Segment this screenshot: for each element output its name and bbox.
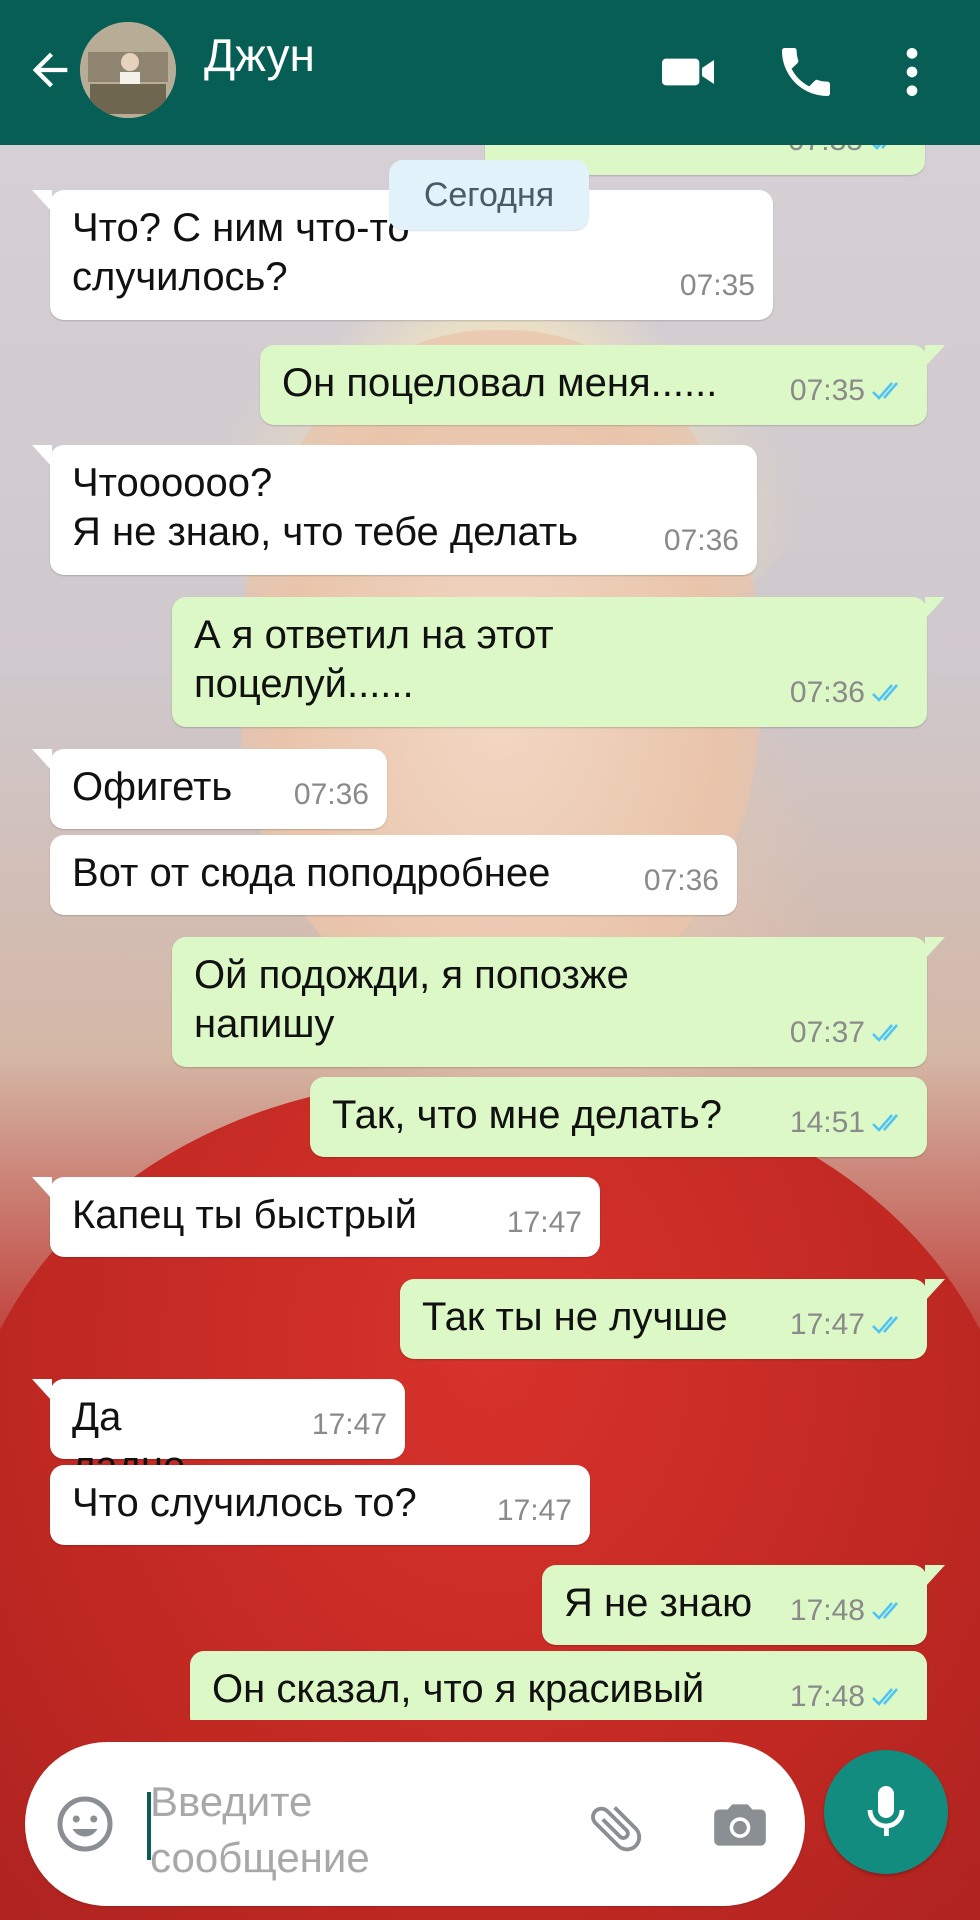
double-check-icon bbox=[871, 681, 909, 705]
outgoing-message[interactable]: Так, что мне делать? 14:51 bbox=[310, 1077, 927, 1157]
message-text: Чтоооооо? Я не знаю, что тебе делать bbox=[72, 461, 579, 554]
outgoing-message[interactable]: Так ты не лучше 17:47 bbox=[400, 1279, 945, 1359]
message-time: 17:47 bbox=[496, 1494, 572, 1527]
incoming-message[interactable]: Чтоооооо? Я не знаю, что тебе делать 07:3… bbox=[32, 445, 757, 575]
contact-name[interactable]: Джун bbox=[204, 28, 315, 82]
avatar[interactable] bbox=[80, 22, 176, 118]
incoming-message[interactable]: Офигеть 07:36 bbox=[32, 749, 387, 829]
double-check-icon bbox=[869, 145, 907, 153]
message-time: 07:36 bbox=[293, 778, 369, 811]
microphone-icon bbox=[867, 1786, 905, 1836]
message-meta: 17:47 bbox=[790, 1300, 909, 1349]
message-meta: 07:37 bbox=[790, 1008, 909, 1057]
message-time: 07:36 bbox=[663, 524, 739, 557]
outgoing-message[interactable]: Я не знаю 17:48 bbox=[542, 1565, 945, 1645]
double-check-icon bbox=[871, 1313, 909, 1337]
incoming-message[interactable]: Что случилось то? 17:47 bbox=[50, 1465, 590, 1545]
outgoing-message[interactable]: Он поцеловал меня...... 07:35 bbox=[260, 345, 945, 425]
message-meta: 07:35 bbox=[788, 145, 907, 165]
message-time: 14:51 bbox=[789, 1106, 865, 1139]
camera-icon[interactable] bbox=[709, 1794, 771, 1856]
message-text: Капец ты быстрый bbox=[72, 1193, 417, 1237]
message-time: 17:47 bbox=[789, 1308, 865, 1341]
phone-icon[interactable] bbox=[774, 40, 838, 104]
more-vert-icon[interactable] bbox=[880, 40, 944, 104]
message-meta: 07:36 bbox=[294, 770, 369, 819]
message-time: 07:35 bbox=[788, 145, 863, 165]
incoming-message[interactable]: Вот от сюда поподробнее 07:36 bbox=[50, 835, 737, 915]
message-time: 07:36 bbox=[643, 864, 719, 897]
emoji-icon[interactable] bbox=[55, 1794, 115, 1854]
message-list[interactable]: Сегодня 07:35Что? С ним что-то случилось… bbox=[0, 145, 980, 1720]
message-text: Вот от сюда поподробнее bbox=[72, 851, 551, 895]
message-time: 17:47 bbox=[311, 1408, 387, 1441]
chat-header: Джун bbox=[0, 0, 980, 145]
message-meta: 17:47 bbox=[497, 1486, 572, 1535]
message-meta: 07:36 bbox=[664, 516, 739, 565]
double-check-icon bbox=[871, 1111, 909, 1135]
message-time: 07:35 bbox=[789, 374, 865, 407]
message-meta: 07:36 bbox=[790, 668, 909, 717]
message-text: Что случилось то? bbox=[72, 1481, 417, 1525]
message-meta: 17:48 bbox=[790, 1586, 909, 1635]
incoming-message[interactable]: Капец ты быстрый 17:47 bbox=[32, 1177, 600, 1257]
double-check-icon bbox=[871, 1685, 909, 1709]
outgoing-message[interactable]: Он сказал, что я красивый 17:48 bbox=[190, 1651, 927, 1720]
video-call-icon[interactable] bbox=[658, 40, 722, 104]
message-time: 17:47 bbox=[506, 1206, 582, 1239]
message-meta: 17:47 bbox=[312, 1400, 387, 1449]
incoming-message[interactable]: Да ладно17:47 bbox=[32, 1379, 405, 1488]
message-meta: 07:35 bbox=[790, 366, 909, 415]
double-check-icon bbox=[871, 379, 909, 403]
message-time: 17:48 bbox=[789, 1680, 865, 1713]
message-meta: 07:35 bbox=[680, 261, 755, 310]
message-input[interactable]: Введите сообщение bbox=[150, 1774, 470, 1886]
outgoing-message[interactable]: Ой подожди, я попозже напишу 07:37 bbox=[172, 937, 945, 1067]
message-time: 07:36 bbox=[789, 676, 865, 709]
message-meta: 07:36 bbox=[644, 856, 719, 905]
double-check-icon bbox=[871, 1599, 909, 1623]
message-time: 17:48 bbox=[789, 1594, 865, 1627]
message-input-bar: Введите сообщение bbox=[25, 1742, 805, 1906]
paperclip-icon[interactable] bbox=[585, 1797, 647, 1859]
arrow-left-icon[interactable] bbox=[24, 44, 76, 96]
message-meta: 17:47 bbox=[507, 1198, 582, 1247]
message-time: 07:37 bbox=[789, 1016, 865, 1049]
message-meta: 14:51 bbox=[790, 1098, 909, 1147]
double-check-icon bbox=[871, 1021, 909, 1045]
message-time: 07:35 bbox=[679, 269, 755, 302]
date-chip: Сегодня bbox=[389, 160, 589, 230]
message-meta: 17:48 bbox=[790, 1672, 909, 1720]
outgoing-message[interactable]: А я ответил на этот поцелуй...... 07:36 bbox=[172, 597, 945, 727]
microphone-button[interactable] bbox=[824, 1750, 948, 1874]
